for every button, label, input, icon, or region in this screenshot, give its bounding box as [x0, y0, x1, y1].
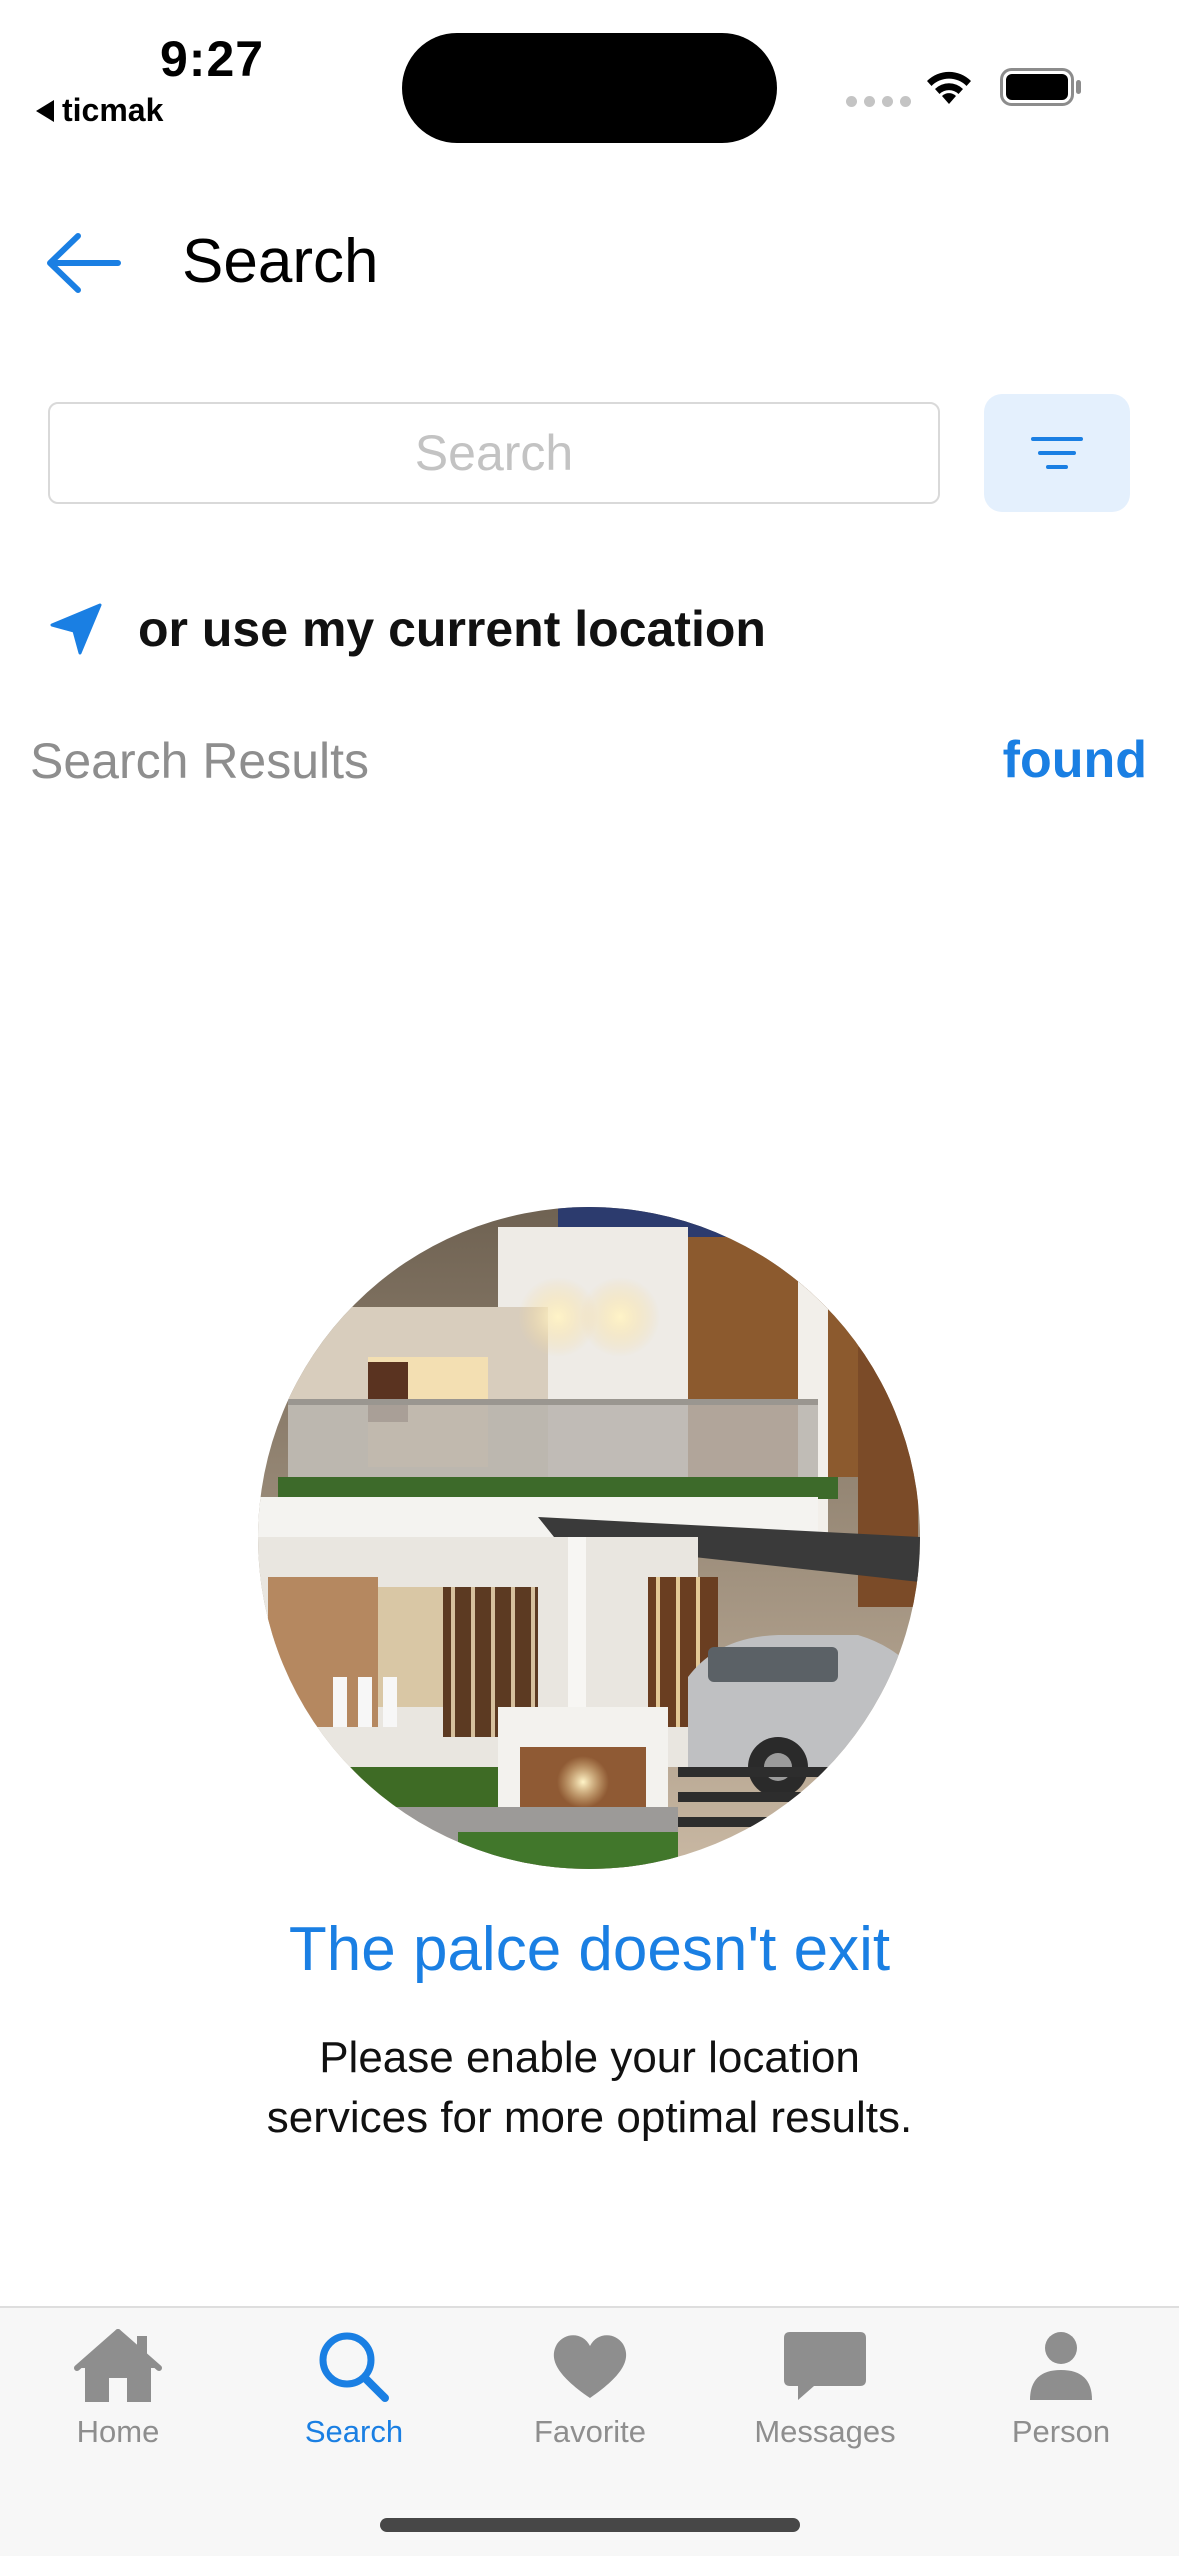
tab-person-label: Person — [1011, 2414, 1111, 2449]
home-icon — [74, 2329, 162, 2402]
tab-search[interactable]: Search — [236, 2328, 472, 2450]
tab-person[interactable]: Person — [943, 2328, 1179, 2450]
house-photo — [258, 1207, 920, 1869]
search-results-heading: Search Results — [30, 733, 370, 789]
empty-state-title: The palce doesn't exit — [288, 1915, 891, 1984]
back-app-label: ticmak — [62, 92, 164, 128]
back-triangle-icon — [36, 99, 54, 122]
tab-search-label: Search — [304, 2414, 404, 2449]
tab-favorite[interactable]: Favorite — [472, 2328, 708, 2450]
tab-favorite-label: Favorite — [534, 2414, 646, 2449]
tab-home[interactable]: Home — [0, 2328, 236, 2450]
message-icon — [784, 2332, 866, 2400]
wifi-icon — [927, 71, 971, 104]
heart-icon — [553, 2335, 627, 2398]
filter-icon — [1031, 437, 1083, 469]
cellular-signal-icon — [846, 96, 911, 107]
back-arrow-icon[interactable] — [44, 228, 124, 298]
results-count-label: found — [1002, 731, 1147, 789]
page-title: Search — [182, 227, 379, 296]
home-indicator[interactable] — [380, 2518, 800, 2532]
person-icon — [1030, 2332, 1092, 2400]
empty-state-message-line2: services for more optimal results. — [266, 2093, 913, 2142]
location-arrow-icon — [50, 603, 102, 655]
filter-button[interactable] — [984, 394, 1130, 512]
tab-home-label: Home — [76, 2414, 160, 2449]
dynamic-island — [402, 33, 777, 143]
empty-state-message: Please enable your location services for… — [0, 2028, 1179, 2148]
search-icon — [319, 2332, 389, 2402]
back-to-app-link[interactable]: ticmak — [36, 92, 163, 129]
tab-messages-label: Messages — [754, 2414, 896, 2449]
use-current-location[interactable]: or use my current location — [48, 600, 766, 658]
search-field[interactable] — [48, 402, 940, 504]
battery-icon — [1000, 68, 1081, 106]
status-time: 9:27 — [160, 31, 265, 87]
search-input[interactable] — [50, 423, 938, 483]
tab-messages[interactable]: Messages — [707, 2328, 943, 2450]
empty-state-message-line1: Please enable your location — [319, 2033, 860, 2082]
current-location-label: or use my current location — [138, 601, 766, 657]
